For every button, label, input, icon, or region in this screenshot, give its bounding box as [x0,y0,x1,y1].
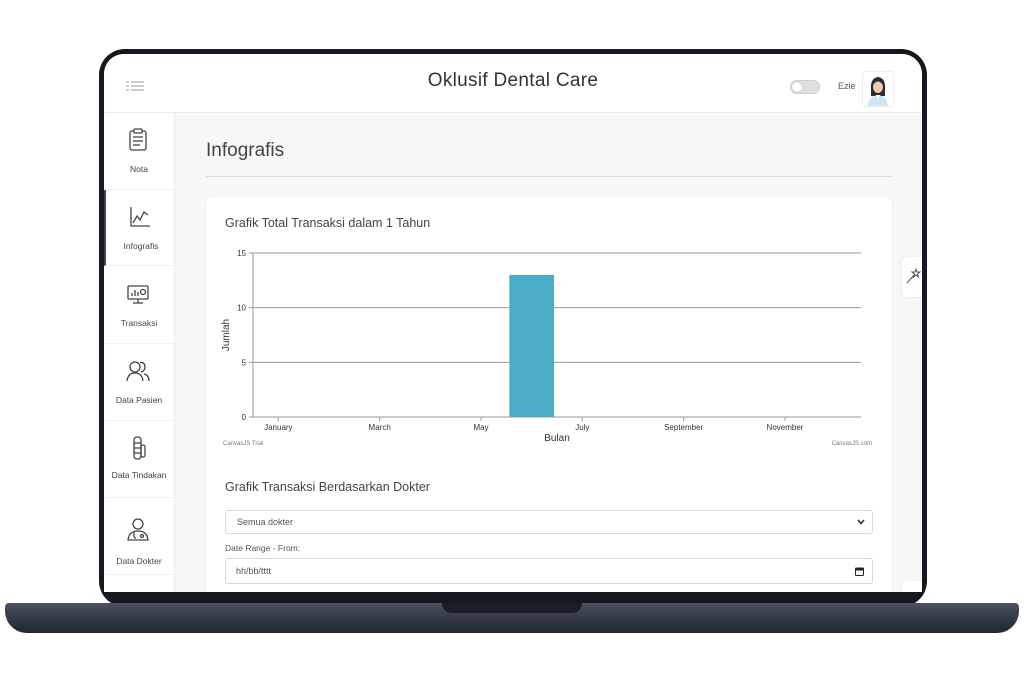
sidebar-label-transaksi: Transaksi [120,318,158,328]
x-tick-label: March [369,423,391,432]
top-bar: Oklusif Dental Care Ezie [104,54,922,113]
app-screen: Oklusif Dental Care Ezie Nota Infografis… [104,54,922,592]
x-axis-title: Bulan [544,433,570,443]
chart-credit-right[interactable]: CanvasJS.com [832,441,872,447]
date-from-placeholder: hh/bb/tttt [236,566,272,576]
transactions-bar-chart: 0 5 10 15 January March May July September Novemb… [221,249,861,443]
sidebar-item-data-dokter[interactable]: Data Dokter [104,498,174,575]
customizer-tab[interactable] [902,257,922,297]
sidebar-label-data-dokter: Data Dokter [116,556,162,566]
sidebar-item-data-pasien[interactable]: Data Pasien [104,344,174,421]
x-tick-label: May [473,423,488,432]
date-from-input[interactable]: hh/bb/tttt [225,558,873,584]
sidebar-label-data-tindakan: Data Tindakan [111,470,167,480]
y-tick-label: 15 [237,249,246,258]
chart-credit-left[interactable]: CanvasJS Trial [223,441,263,447]
doctor-icon [127,518,149,541]
infographic-card: Grafik Total Transaksi dalam 1 Tahun 0 5 1… [206,197,892,592]
date-range-label: Date Range - From: [225,543,301,553]
avatar[interactable] [862,71,894,107]
theme-toggle[interactable] [790,80,820,94]
sidebar-label-infografis: Infografis [123,241,159,251]
user-avatar-icon [868,77,888,106]
sidebar: Nota Infografis Transaksi Data Pasien Da… [104,113,175,592]
page-title: Infografis [206,140,285,161]
x-tick-label: January [264,423,292,432]
bar-june [509,274,554,417]
y-tick-label: 5 [242,358,247,367]
toggle-knob [792,82,802,92]
tooth-tools-icon [133,436,146,460]
clipboard-icon [129,128,147,151]
line-chart-icon [130,207,150,227]
user-name: Ezie [838,81,856,91]
users-icon [126,361,150,382]
scroll-top-tab[interactable] [902,581,922,592]
sidebar-item-nota[interactable]: Nota [104,113,174,190]
sidebar-item-transaksi[interactable]: Transaksi [104,267,174,344]
doctor-select-value: Semua dokter [237,517,294,527]
x-tick-label: November [767,423,804,432]
y-axis-title: Jumlah [221,319,232,351]
y-tick-label: 0 [242,413,247,422]
magic-wand-icon [906,267,922,284]
laptop-notch [442,603,582,613]
chevron-down-icon [857,519,865,525]
sidebar-item-data-tindakan[interactable]: Data Tindakan [104,421,174,498]
sidebar-item-infografis[interactable]: Infografis [104,190,174,266]
calendar-icon[interactable] [855,567,864,576]
x-tick-label: September [664,423,703,432]
chart-title: Grafik Total Transaksi dalam 1 Tahun [225,216,431,230]
y-tick-label: 10 [237,304,246,313]
doctor-select[interactable]: Semua dokter [225,510,873,534]
x-tick-label: July [575,423,589,432]
doctor-chart-title: Grafik Transaksi Berdasarkan Dokter [225,480,430,494]
monitor-chart-icon [127,285,149,304]
divider [206,176,892,177]
sidebar-label-data-pasien: Data Pasien [115,395,163,405]
sidebar-label-nota: Nota [130,164,148,174]
